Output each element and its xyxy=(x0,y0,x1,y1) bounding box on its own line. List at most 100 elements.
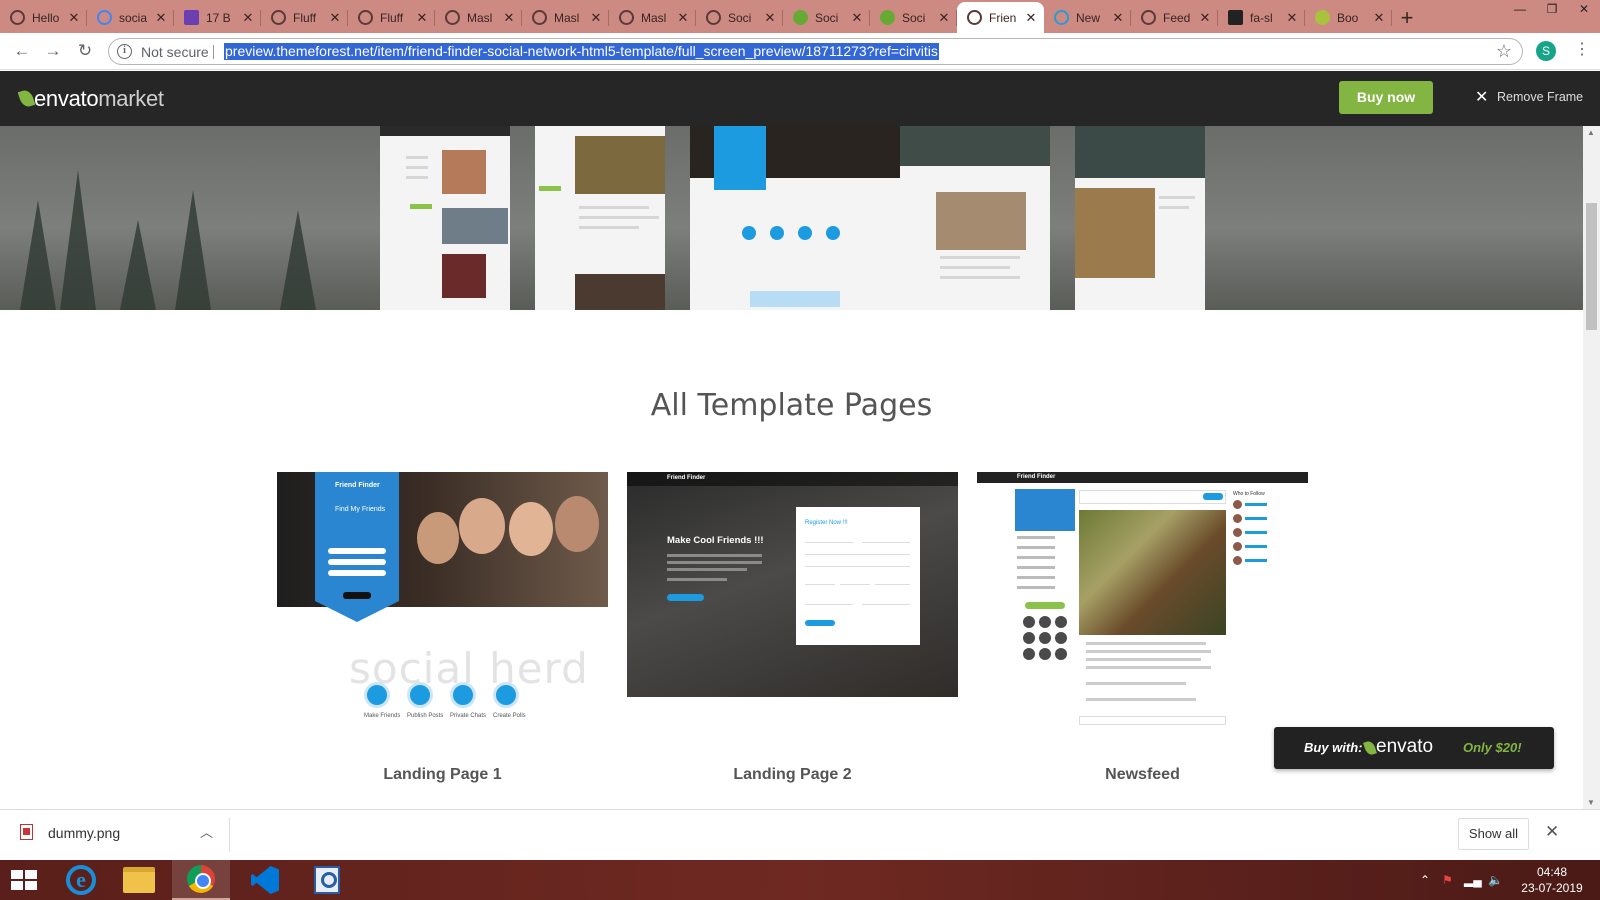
preview-thumbnail[interactable] xyxy=(1075,126,1205,310)
close-icon[interactable]: ✕ xyxy=(1372,10,1386,26)
taskbar-file-explorer[interactable] xyxy=(110,860,168,900)
tab[interactable]: socia ✕ xyxy=(87,2,174,33)
tab-active[interactable]: Frien ✕ xyxy=(957,2,1044,33)
downloads-bar: dummy.png ︿ Show all ✕ xyxy=(0,809,1600,860)
tab[interactable]: Soci ✕ xyxy=(696,2,783,33)
buy-with-envato-button[interactable]: Buy with: envato Only $20! xyxy=(1274,727,1554,769)
close-icon[interactable]: ✕ xyxy=(154,10,168,26)
close-icon[interactable]: ✕ xyxy=(1475,87,1488,107)
close-icon[interactable]: ✕ xyxy=(589,10,603,26)
person-photo xyxy=(509,502,553,556)
windows-start-icon[interactable] xyxy=(11,870,37,890)
tab[interactable]: Fluff ✕ xyxy=(348,2,435,33)
close-icon[interactable]: ✕ xyxy=(1285,10,1299,26)
image-file-icon xyxy=(20,824,33,840)
form-title: Register Now !!! xyxy=(805,520,848,526)
network-warning-icon[interactable]: ⚑ xyxy=(1442,860,1453,900)
section-title: All Template Pages xyxy=(650,388,933,423)
template-card-landing-1[interactable]: Friend Finder Find My Friends social her… xyxy=(277,472,608,784)
close-icon[interactable]: ✕ xyxy=(763,10,777,26)
restore-icon[interactable]: ❐ xyxy=(1536,0,1568,20)
close-icon[interactable]: ✕ xyxy=(1545,822,1559,842)
card-thumbnail[interactable]: Friend Finder Make Cool Friends !!! Regi… xyxy=(627,472,958,734)
system-clock[interactable]: 04:48 23-07-2019 xyxy=(1512,864,1592,896)
preview-photo xyxy=(442,150,486,194)
close-icon[interactable]: ✕ xyxy=(67,10,81,26)
tab[interactable]: fa-sl ✕ xyxy=(1218,2,1305,33)
close-icon[interactable]: ✕ xyxy=(328,10,342,26)
close-icon[interactable]: ✕ xyxy=(241,10,255,26)
close-icon[interactable]: ✕ xyxy=(1198,10,1212,26)
profile-avatar[interactable]: S xyxy=(1536,41,1556,61)
tab[interactable]: Boo ✕ xyxy=(1305,2,1392,33)
taskbar-vscode[interactable] xyxy=(236,860,294,900)
more-menu-icon[interactable]: ⋮ xyxy=(1574,40,1590,60)
close-icon[interactable]: ✕ xyxy=(676,10,690,26)
security-label[interactable]: Not secure xyxy=(141,44,209,60)
preview-button xyxy=(539,186,561,191)
bookmark-star-icon[interactable]: ☆ xyxy=(1496,41,1512,62)
scroll-down-icon[interactable]: ▼ xyxy=(1587,798,1595,807)
info-icon[interactable]: i xyxy=(117,44,132,59)
close-icon[interactable]: ✕ xyxy=(415,10,429,26)
scrollbar-thumb[interactable] xyxy=(1586,203,1597,330)
download-file-name[interactable]: dummy.png xyxy=(48,825,120,841)
card-caption[interactable]: Landing Page 1 xyxy=(277,766,608,784)
new-tab-button[interactable]: + xyxy=(1392,2,1422,33)
template-card-landing-2[interactable]: Friend Finder Make Cool Friends !!! Regi… xyxy=(627,472,958,784)
preview-thumbnail[interactable] xyxy=(690,126,900,310)
preview-thumbnail[interactable] xyxy=(535,126,665,310)
minimize-icon[interactable]: — xyxy=(1504,0,1536,20)
chevron-up-icon[interactable]: ⌃ xyxy=(1420,860,1430,900)
tab[interactable]: Soci ✕ xyxy=(783,2,870,33)
separator xyxy=(229,818,230,852)
buy-now-button[interactable]: Buy now xyxy=(1339,81,1433,114)
taskbar-internet-explorer[interactable]: e xyxy=(52,860,110,900)
template-card-newsfeed[interactable]: Friend Finder Who to Follow Newsfeed xyxy=(977,472,1308,784)
page-icon xyxy=(1315,10,1330,25)
close-icon[interactable]: ✕ xyxy=(502,10,516,26)
card-thumbnail[interactable]: Friend Finder Who to Follow xyxy=(977,472,1308,734)
close-icon[interactable]: ✕ xyxy=(850,10,864,26)
tab[interactable]: Feed ✕ xyxy=(1131,2,1218,33)
card-caption[interactable]: Landing Page 2 xyxy=(627,766,958,784)
chevron-up-icon[interactable]: ︿ xyxy=(200,822,213,841)
colorlib-icon xyxy=(184,10,199,25)
card-thumbnail[interactable]: Friend Finder Find My Friends social her… xyxy=(277,472,608,734)
volume-icon[interactable]: 🔈 xyxy=(1488,860,1503,900)
vertical-scrollbar[interactable]: ▲ ▼ xyxy=(1583,126,1600,809)
folder-icon xyxy=(123,867,155,893)
address-bar[interactable]: i Not secure preview.themeforest.net/ite… xyxy=(108,38,1523,65)
forward-arrow-icon[interactable]: → xyxy=(43,41,63,61)
envato-logo[interactable]: envatomarket xyxy=(34,86,164,112)
tab[interactable]: Masl ✕ xyxy=(522,2,609,33)
person-photo xyxy=(555,496,599,552)
remove-frame-link[interactable]: Remove Frame xyxy=(1497,90,1583,104)
tab[interactable]: Hello ✕ xyxy=(0,2,87,33)
tab[interactable]: Masl ✕ xyxy=(609,2,696,33)
card-caption[interactable]: Newsfeed xyxy=(977,766,1308,784)
taskbar-search-app[interactable] xyxy=(298,860,356,900)
tab[interactable]: Fluff ✕ xyxy=(261,2,348,33)
tab[interactable]: Soci ✕ xyxy=(870,2,957,33)
close-icon[interactable]: ✕ xyxy=(937,10,951,26)
follow-name xyxy=(1245,517,1267,520)
scroll-up-icon[interactable]: ▲ xyxy=(1587,128,1595,137)
show-all-button[interactable]: Show all xyxy=(1458,818,1529,850)
tab-label: Frien xyxy=(989,10,1017,25)
tab[interactable]: Masl ✕ xyxy=(435,2,522,33)
windows-logo-pane xyxy=(25,881,37,890)
preview-map xyxy=(750,291,840,307)
preview-thumbnail[interactable] xyxy=(900,126,1050,310)
preview-thumbnail[interactable] xyxy=(380,126,510,310)
close-icon[interactable]: ✕ xyxy=(1024,10,1038,26)
taskbar-chrome[interactable] xyxy=(172,860,230,900)
close-icon[interactable]: ✕ xyxy=(1111,10,1125,26)
tab[interactable]: 17 B ✕ xyxy=(174,2,261,33)
tab[interactable]: New ✕ xyxy=(1044,2,1131,33)
reload-icon[interactable]: ↻ xyxy=(75,41,95,61)
back-arrow-icon[interactable]: ← xyxy=(12,41,32,61)
signal-icon[interactable]: ▂▄ xyxy=(1464,860,1482,900)
url-text[interactable]: preview.themeforest.net/item/friend-find… xyxy=(224,43,939,60)
close-window-icon[interactable]: ✕ xyxy=(1568,0,1600,20)
